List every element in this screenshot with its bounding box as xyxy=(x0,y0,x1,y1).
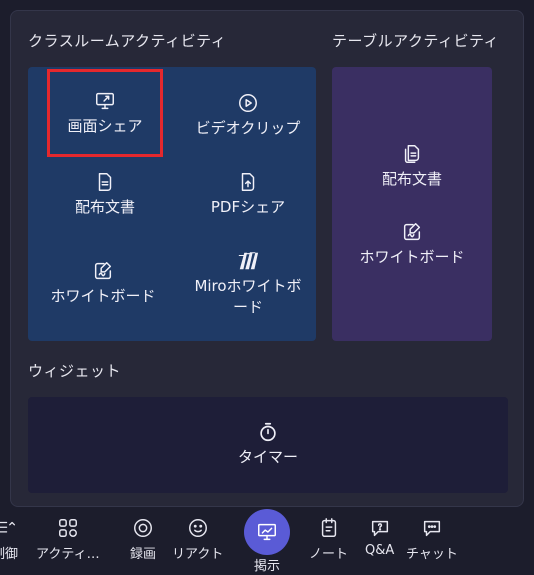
control-button[interactable]: 制御 xyxy=(0,517,18,562)
smiley-icon xyxy=(188,519,207,537)
chat-label: チャット xyxy=(406,547,458,562)
record-icon xyxy=(134,519,152,537)
miro-logo-icon xyxy=(238,252,259,270)
whiteboard-tile[interactable]: ホワイトボード xyxy=(38,260,168,307)
notes-icon xyxy=(321,518,336,537)
miro-whiteboard-label: Miroホワイトボード xyxy=(194,277,302,316)
notes-button[interactable]: ノート xyxy=(309,517,348,562)
record-button[interactable]: 録画 xyxy=(130,517,156,562)
table-whiteboard-label: ホワイトボード xyxy=(359,248,465,266)
pdf-upload-icon xyxy=(241,173,255,191)
pdf-share-tile[interactable]: PDFシェア xyxy=(178,171,318,218)
notes-label: ノート xyxy=(309,547,349,562)
timer-tile[interactable]: タイマー xyxy=(28,421,508,468)
document-label: 配布文書 xyxy=(74,198,135,216)
control-label: 制御 xyxy=(0,547,19,562)
screen-share-label: 画面シェア xyxy=(67,117,143,135)
chat-icon xyxy=(423,520,441,537)
qa-label: Q&A xyxy=(365,543,395,558)
chat-button[interactable]: チャット xyxy=(406,517,458,562)
meeting-toolbar: 制御 アクティ… 録画 リアクト xyxy=(0,507,534,575)
video-clip-label: ビデオクリップ xyxy=(195,119,301,137)
qa-button[interactable]: Q&A xyxy=(365,517,394,558)
document-tile[interactable]: 配布文書 xyxy=(50,171,160,218)
present-label: 掲示 xyxy=(253,559,280,574)
pdf-share-label: PDFシェア xyxy=(210,198,286,216)
miro-whiteboard-tile[interactable]: Miroホワイトボード xyxy=(178,250,318,318)
widgets-panel: タイマー xyxy=(28,397,508,493)
document-icon xyxy=(98,173,112,191)
qa-icon xyxy=(371,520,388,537)
timer-label: タイマー xyxy=(237,448,298,466)
present-circle xyxy=(244,509,290,555)
play-circle-icon xyxy=(239,94,257,112)
stopwatch-icon xyxy=(260,422,276,442)
documents-icon xyxy=(404,145,420,163)
react-label: リアクト xyxy=(172,547,224,562)
present-icon xyxy=(258,523,276,541)
activities-popup: クラスルームアクティビティ テーブルアクティビティ 画面シェア ビデオクリップ xyxy=(10,10,524,507)
video-clip-tile[interactable]: ビデオクリップ xyxy=(178,92,318,139)
widgets-title: ウィジェット xyxy=(28,362,122,380)
react-button[interactable]: リアクト xyxy=(172,517,223,562)
table-document-tile[interactable]: 配布文書 xyxy=(332,143,492,190)
control-icon xyxy=(0,521,16,533)
table-activities-panel: 配布文書 ホワイトボード xyxy=(332,67,492,341)
classroom-activities-title: クラスルームアクティビティ xyxy=(28,32,227,50)
whiteboard-label: ホワイトボード xyxy=(50,287,156,305)
present-button[interactable]: 掲示 xyxy=(244,509,290,574)
record-label: 録画 xyxy=(130,547,157,562)
whiteboard-icon xyxy=(94,262,112,280)
whiteboard-icon xyxy=(403,223,421,241)
activity-icon xyxy=(58,519,77,537)
table-document-label: 配布文書 xyxy=(381,170,442,188)
screen-share-icon xyxy=(96,92,114,110)
activities-button[interactable]: アクティ… xyxy=(36,517,100,562)
activities-label: アクティ… xyxy=(36,547,100,562)
table-whiteboard-tile[interactable]: ホワイトボード xyxy=(332,221,492,268)
table-activities-title: テーブルアクティビティ xyxy=(332,32,500,50)
classroom-activities-panel: 画面シェア ビデオクリップ 配布文書 PDFシェア ホワイトボード Miroホワ… xyxy=(28,67,316,341)
screen-share-tile[interactable]: 画面シェア xyxy=(47,69,163,157)
page: クラスルームアクティビティ テーブルアクティビティ 画面シェア ビデオクリップ xyxy=(0,0,534,575)
